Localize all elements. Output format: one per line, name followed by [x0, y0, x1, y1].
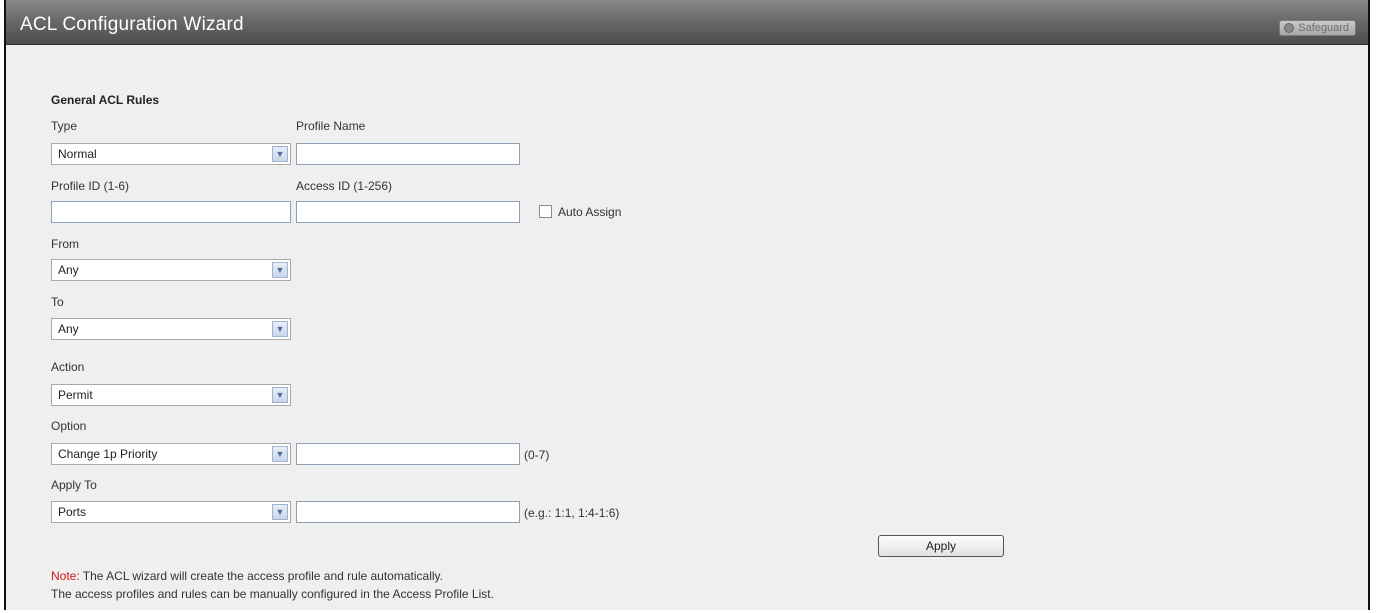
action-select-value: Permit: [58, 388, 93, 402]
profile-id-label: Profile ID (1-6): [51, 179, 130, 193]
type-select-value: Normal: [58, 147, 97, 161]
option-select[interactable]: Change 1p Priority ▼: [51, 443, 291, 465]
title-bar: ACL Configuration Wizard Safeguard: [6, 0, 1368, 45]
type-select[interactable]: Normal ▼: [51, 143, 291, 165]
apply-to-select[interactable]: Ports ▼: [51, 501, 291, 523]
profile-id-input[interactable]: [51, 201, 291, 223]
note-line-2: The access profiles and rules can be man…: [51, 587, 494, 601]
type-label: Type: [51, 119, 78, 133]
to-label: To: [51, 295, 64, 309]
chevron-down-icon: ▼: [272, 262, 288, 278]
note-text-1: The ACL wizard will create the access pr…: [79, 569, 443, 583]
safeguard-indicator-icon: [1284, 23, 1295, 33]
apply-to-label: Apply To: [51, 478, 97, 492]
profile-name-label: Profile Name: [296, 119, 366, 133]
auto-assign-label: Auto Assign: [558, 205, 622, 219]
chevron-down-icon: ▼: [272, 504, 288, 520]
option-value-input[interactable]: [296, 443, 520, 465]
from-select-value: Any: [58, 263, 79, 277]
apply-button[interactable]: Apply: [878, 535, 1004, 557]
profile-name-input[interactable]: [296, 143, 520, 165]
chevron-down-icon: ▼: [272, 387, 288, 403]
from-select[interactable]: Any ▼: [51, 259, 291, 281]
option-select-value: Change 1p Priority: [58, 447, 158, 461]
access-id-input[interactable]: [296, 201, 520, 223]
to-select-value: Any: [58, 322, 79, 336]
note-line-1: Note: The ACL wizard will create the acc…: [51, 569, 443, 583]
to-select[interactable]: Any ▼: [51, 318, 291, 340]
safeguard-button[interactable]: Safeguard: [1279, 20, 1356, 36]
chevron-down-icon: ▼: [272, 446, 288, 462]
apply-to-select-value: Ports: [58, 505, 87, 519]
chevron-down-icon: ▼: [272, 146, 288, 162]
action-select[interactable]: Permit ▼: [51, 384, 291, 406]
option-hint: (0-7): [524, 448, 550, 462]
acl-wizard-window: ACL Configuration Wizard Safeguard Gener…: [4, 0, 1370, 610]
auto-assign-checkbox[interactable]: [539, 205, 552, 218]
note-label: Note:: [51, 569, 80, 583]
window-title: ACL Configuration Wizard: [20, 14, 244, 35]
option-label: Option: [51, 419, 87, 433]
section-title: General ACL Rules: [51, 93, 160, 107]
action-label: Action: [51, 360, 85, 374]
chevron-down-icon: ▼: [272, 321, 288, 337]
ports-input[interactable]: [296, 501, 520, 523]
access-id-label: Access ID (1-256): [296, 179, 393, 193]
apply-to-hint: (e.g.: 1:1, 1:4-1:6): [524, 506, 620, 520]
from-label: From: [51, 237, 79, 251]
safeguard-label: Safeguard: [1298, 22, 1349, 34]
